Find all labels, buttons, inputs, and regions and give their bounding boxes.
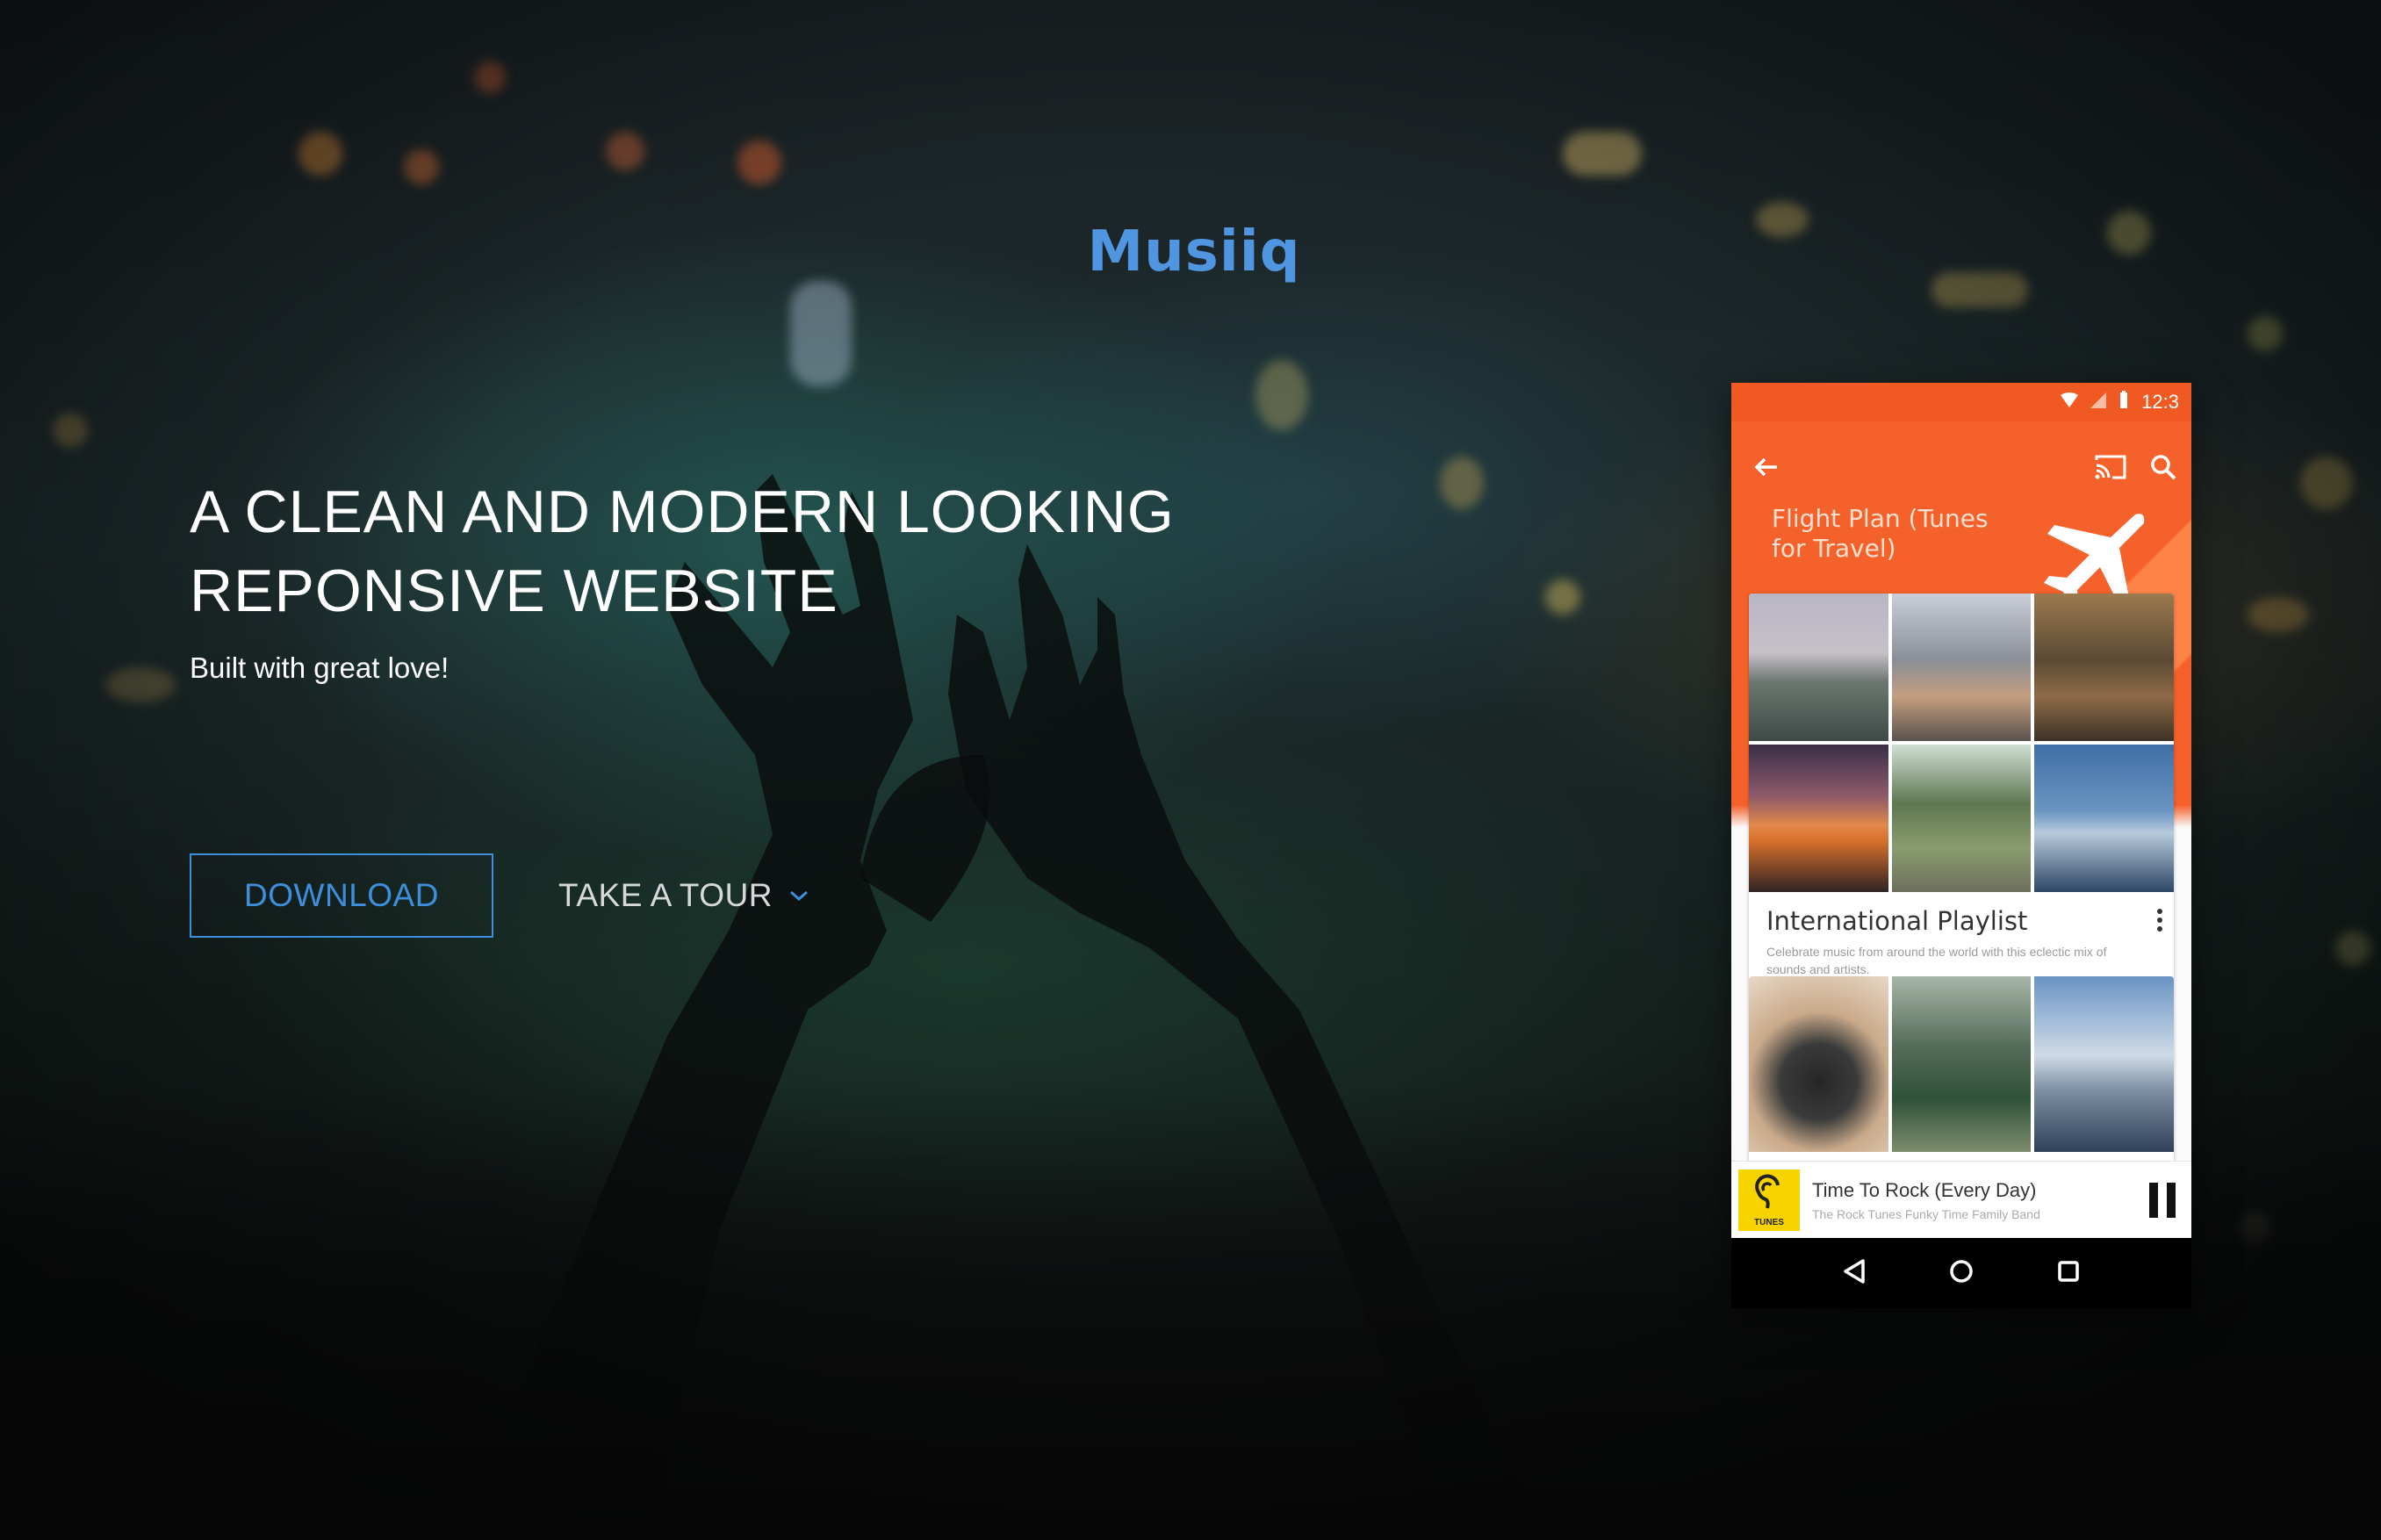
hero-tagline: Built with great love!	[190, 651, 450, 684]
nav-home-icon[interactable]	[1948, 1258, 1975, 1289]
phone-app-bar	[1731, 421, 2191, 513]
cast-icon[interactable]	[2095, 453, 2126, 486]
album-art-label: TUNES	[1754, 1218, 1784, 1227]
android-nav-bar	[1731, 1238, 2191, 1308]
search-icon[interactable]	[2149, 453, 2177, 486]
now-playing-bar[interactable]: TUNES Time To Rock (Every Day) The Rock …	[1731, 1161, 2191, 1239]
headline-line-1: A CLEAN AND MODERN LOOKING	[190, 479, 1175, 545]
nav-recents-icon[interactable]	[2056, 1259, 2081, 1288]
nav-back-icon[interactable]	[1842, 1258, 1867, 1289]
playlist-image	[1891, 594, 2032, 741]
now-playing-meta: Time To Rock (Every Day) The Rock Tunes …	[1812, 1179, 2111, 1221]
now-playing-song: Time To Rock (Every Day)	[1812, 1179, 2037, 1201]
phone-mockup: 12:3 Flight Plan (Tunes for Travel) Inte…	[1731, 383, 2191, 1308]
pause-icon[interactable]	[2147, 1181, 2177, 1224]
playlist-image	[1749, 594, 1888, 741]
download-button[interactable]: DOWNLOAD	[190, 853, 493, 938]
signal-icon	[2090, 391, 2107, 414]
back-arrow-icon[interactable]	[1752, 453, 1780, 486]
playlist-card-description: Celebrate music from around the world wi…	[1766, 945, 2107, 976]
playlist-image	[2034, 976, 2174, 1152]
now-playing-artist: The Rock Tunes Funky Time Family Band	[1812, 1207, 2040, 1221]
playlist-image	[1891, 745, 2032, 892]
hero-headline: A CLEAN AND MODERN LOOKING REPONSIVE WEB…	[190, 472, 1243, 630]
headline-line-2: REPONSIVE WEBSITE	[190, 558, 838, 624]
phone-status-bar: 12:3	[1731, 383, 2191, 421]
second-playlist-card[interactable]	[1749, 976, 2174, 1152]
wifi-icon	[2061, 391, 2079, 414]
playlist-image	[2034, 594, 2174, 741]
album-art: TUNES	[1738, 1169, 1800, 1231]
ear-icon	[1752, 1173, 1787, 1216]
playlist-header-title: Flight Plan (Tunes for Travel)	[1772, 504, 1989, 563]
battery-icon	[2118, 391, 2129, 414]
status-time: 12:3	[2141, 391, 2179, 413]
playlist-image	[1749, 976, 1888, 1152]
take-a-tour-link[interactable]: TAKE A TOUR	[558, 853, 809, 938]
take-a-tour-label: TAKE A TOUR	[558, 877, 773, 913]
playlist-image	[1749, 745, 1888, 892]
site-logo[interactable]: Musiiq	[1010, 219, 1378, 284]
more-vert-icon[interactable]	[2156, 908, 2163, 937]
chevron-down-icon	[788, 889, 809, 903]
playlist-card-title: International Playlist	[1766, 906, 2028, 936]
playlist-image	[2034, 745, 2174, 892]
playlist-card-info: International Playlist Celebrate music f…	[1749, 896, 2174, 980]
playlist-image	[1891, 976, 2032, 1152]
playlist-image-grid	[1749, 594, 2174, 892]
